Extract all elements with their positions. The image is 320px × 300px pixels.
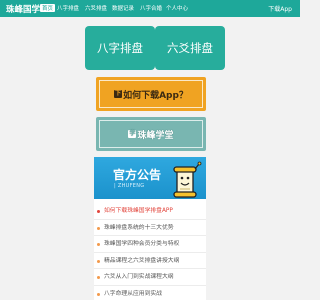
nav-home[interactable]: 首页 <box>40 3 56 12</box>
announcement-title: 官方公告 <box>113 168 162 182</box>
announcement-item[interactable]: 八字命理从应用到实战 <box>94 286 206 300</box>
announcement-list: 如何下载珠峰国学排盘APP 珠峰排盘系统的十三大优势 珠峰国学四种会员分类与特权… <box>94 203 206 300</box>
announcement-subtitle: | ZHUFENG <box>114 183 145 189</box>
nav-bazi-marriage[interactable]: 八字合婚 <box>140 4 162 12</box>
zhufeng-academy-banner[interactable]: 学 珠峰学堂 <box>96 117 206 151</box>
nav-liuyao-chart[interactable]: 六爻排盘 <box>85 4 107 12</box>
zhufeng-academy-banner-frame: 学 珠峰学堂 <box>99 120 203 148</box>
liuyao-chart-tile[interactable]: 六爻排盘 <box>155 26 225 70</box>
how-to-download-banner-frame: 下 如何下载App？ <box>99 80 203 108</box>
how-to-download-banner[interactable]: 下 如何下载App？ <box>96 77 206 111</box>
bazi-chart-tile-label: 八字排盘 <box>97 41 143 55</box>
announcement-item[interactable]: 珠峰排盘系统的十三大优势 <box>94 220 206 236</box>
bazi-chart-tile[interactable]: 八字排盘 <box>85 26 155 70</box>
scroll-mascot-icon <box>173 161 202 199</box>
announcement-item[interactable]: 珠峰国学四种会员分类与特权 <box>94 236 206 253</box>
nav-bazi-chart[interactable]: 八字排盘 <box>57 4 79 12</box>
liuyao-chart-tile-label: 六爻排盘 <box>167 41 213 55</box>
download-app-link[interactable]: 下载App <box>268 4 292 13</box>
top-navigation-bar: 珠峰国学 首页 八字排盘 六爻排盘 数据记录 八字合婚 个人中心 下载App <box>0 0 300 17</box>
announcement-item[interactable]: 精品课程之六爻排盘讲授大纲 <box>94 253 206 269</box>
nav-profile[interactable]: 个人中心 <box>166 4 188 12</box>
official-announcement-card: 官方公告 | ZHUFENG 如何下载珠峰国学排盘APP 珠峰排盘系统的十三大优… <box>94 157 206 300</box>
school-icon: 学 <box>128 130 137 138</box>
announcement-item[interactable]: 如何下载珠峰国学排盘APP <box>94 203 206 220</box>
announcement-header: 官方公告 | ZHUFENG <box>94 157 206 199</box>
how-to-download-label: 如何下载App？ <box>123 90 188 101</box>
announcement-item[interactable]: 六爻从入门到实战课程大纲 <box>94 269 206 286</box>
nav-data-records[interactable]: 数据记录 <box>112 4 134 12</box>
zhufeng-academy-label: 珠峰学堂 <box>137 130 174 141</box>
site-logo[interactable]: 珠峰国学 <box>6 3 40 15</box>
download-icon: 下 <box>114 90 123 98</box>
